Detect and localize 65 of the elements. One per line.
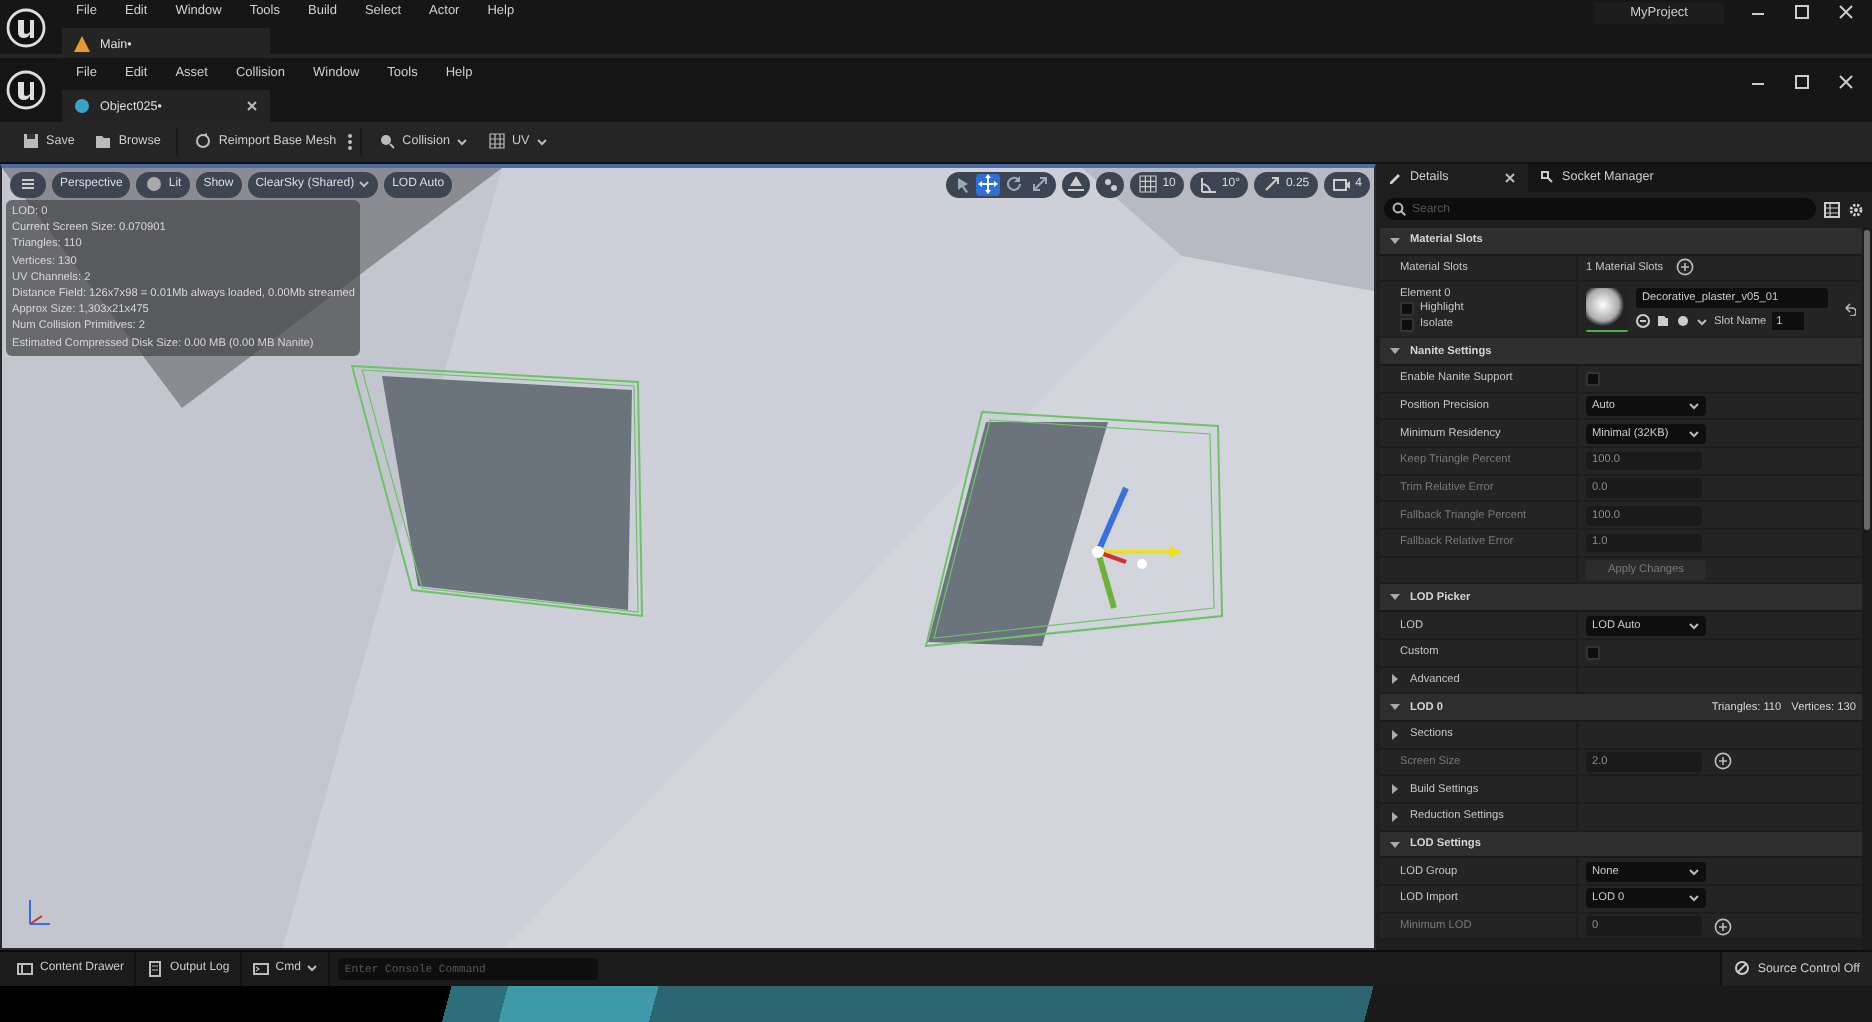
scale-icon	[1030, 174, 1051, 195]
socket-icon	[1540, 170, 1554, 185]
scale-snap-icon	[1261, 174, 1282, 195]
rotate-icon	[1004, 174, 1025, 195]
collapse-arrow-icon	[1388, 344, 1402, 359]
use-asset-icon[interactable]	[1636, 314, 1650, 329]
table-view-icon[interactable]	[1824, 201, 1840, 218]
checkbox[interactable]	[1400, 317, 1414, 332]
add-icon[interactable]	[1675, 258, 1694, 277]
material-thumbnail[interactable]	[1586, 287, 1628, 332]
close-icon[interactable]	[246, 100, 258, 112]
collapse-arrow-icon	[1388, 837, 1402, 851]
mesh-icon	[74, 98, 90, 114]
checkbox[interactable]	[1586, 645, 1600, 660]
maximize-icon[interactable]	[1792, 72, 1812, 92]
source-control-icon	[1733, 960, 1750, 977]
checkbox[interactable]	[1400, 301, 1414, 316]
camera-icon	[1331, 174, 1352, 195]
reset-icon[interactable]	[1842, 302, 1856, 317]
checkbox[interactable]	[1586, 371, 1600, 386]
close-icon[interactable]	[1836, 72, 1856, 92]
expand-arrow-icon	[1388, 727, 1402, 742]
sphere-icon	[144, 174, 165, 195]
drawer-icon	[16, 959, 34, 978]
move-icon	[978, 174, 999, 195]
logo-icon	[6, 8, 46, 48]
console-icon	[251, 959, 270, 978]
reimport-icon	[194, 132, 213, 151]
collapse-arrow-icon	[1388, 700, 1402, 715]
settings-icon[interactable]	[1848, 201, 1864, 218]
caret-icon	[1688, 892, 1700, 905]
material-options-icon[interactable]	[1676, 314, 1690, 329]
rotate-tool-button[interactable]	[1002, 173, 1027, 196]
browse-icon[interactable]	[1656, 314, 1670, 329]
scrollbar-thumb[interactable]	[1864, 229, 1870, 530]
maximize-icon[interactable]	[1792, 2, 1812, 22]
level-icon	[74, 36, 90, 52]
logo-icon	[6, 70, 46, 110]
caret-icon	[1688, 865, 1700, 878]
collapse-arrow-icon	[1388, 590, 1402, 605]
caret-icon	[455, 135, 468, 148]
log-icon	[146, 959, 165, 978]
caret-icon	[1688, 619, 1700, 631]
close-icon[interactable]	[1504, 171, 1516, 184]
angle-icon	[1197, 174, 1218, 195]
caret-icon	[1688, 427, 1700, 440]
grid-icon	[1138, 174, 1159, 195]
folder-icon	[94, 132, 113, 151]
pencil-icon	[1388, 170, 1402, 185]
caret-icon[interactable]	[1696, 315, 1708, 328]
more-icon[interactable]	[346, 131, 355, 152]
move-tool-button[interactable]	[976, 173, 1001, 196]
grid-icon	[487, 132, 506, 151]
save-icon	[22, 132, 40, 151]
expand-arrow-icon	[1388, 672, 1402, 687]
caret-icon	[358, 178, 371, 191]
caret-icon	[306, 962, 319, 975]
scale-tool-button[interactable]	[1028, 173, 1053, 196]
caret-icon	[1688, 400, 1700, 412]
close-icon[interactable]	[1836, 2, 1856, 22]
caret-icon	[535, 135, 548, 148]
cursor-icon	[952, 174, 973, 195]
search-icon	[1392, 202, 1406, 217]
collapse-arrow-icon	[1388, 233, 1402, 248]
menu-icon	[18, 174, 38, 195]
